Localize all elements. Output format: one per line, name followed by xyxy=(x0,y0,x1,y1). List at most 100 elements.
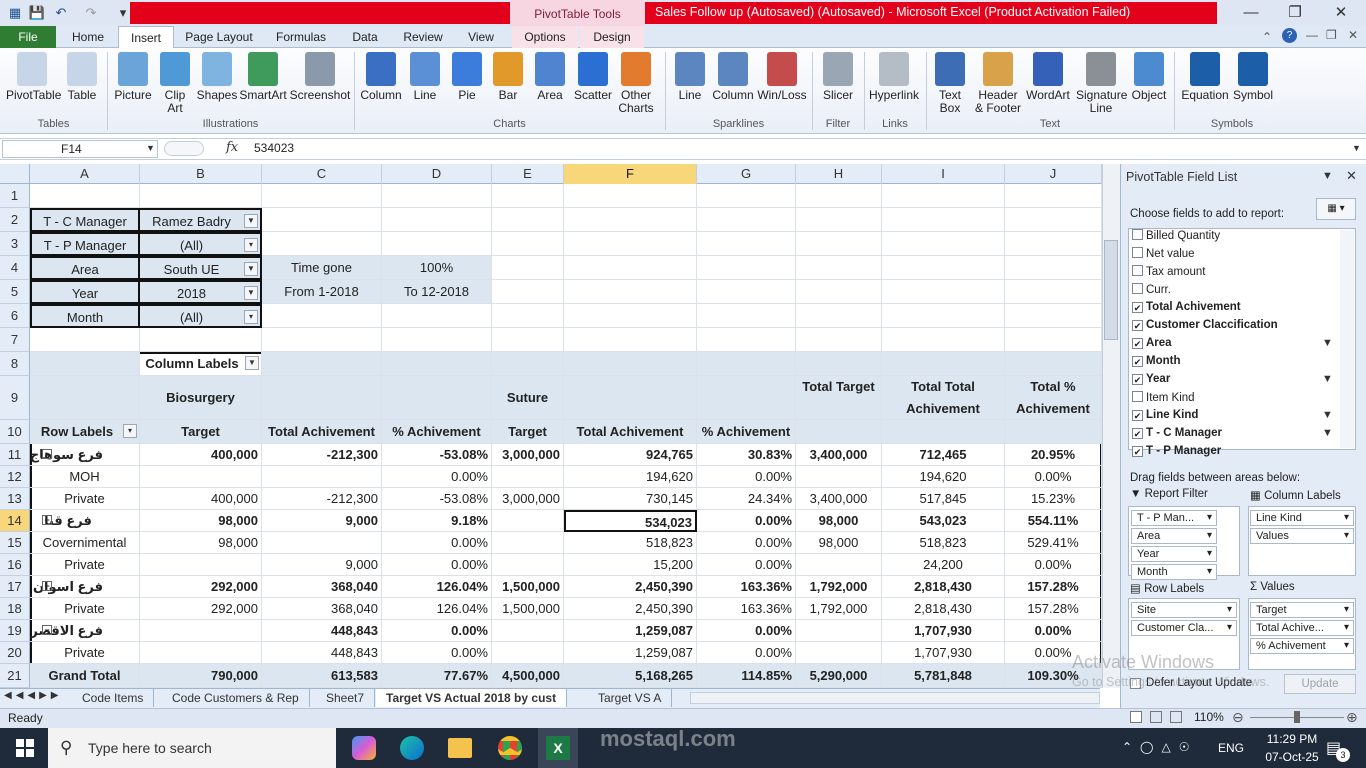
value-cell[interactable]: 4,500,000 xyxy=(492,664,564,688)
normal-view-icon[interactable] xyxy=(1130,711,1142,723)
grid-cell[interactable] xyxy=(1005,280,1102,304)
restore-icon[interactable]: ❐ xyxy=(1272,2,1318,24)
grid-cell[interactable] xyxy=(564,208,697,232)
grid-cell[interactable] xyxy=(564,184,697,208)
row-label[interactable]: Private xyxy=(30,642,140,664)
value-cell[interactable]: 0.00% xyxy=(382,466,492,488)
value-cell[interactable]: 529.41% xyxy=(1005,532,1102,554)
zoom-slider-thumb[interactable] xyxy=(1294,711,1300,723)
taskbar-search-box[interactable]: Type here to search xyxy=(48,728,336,768)
row-header-12[interactable]: 12 xyxy=(0,466,30,488)
grid-cell[interactable] xyxy=(382,328,492,352)
field-line-kind[interactable]: ✔ Line Kind xyxy=(1132,409,1198,421)
tab-view[interactable]: View xyxy=(458,26,504,48)
value-cell[interactable]: 77.67% xyxy=(382,664,492,688)
value-cell[interactable]: 730,145 xyxy=(564,488,697,510)
report-filter-item[interactable]: T - P Man... xyxy=(1131,510,1217,526)
grid-cell[interactable] xyxy=(697,256,796,280)
grid-cell[interactable] xyxy=(882,280,1005,304)
formula-expand-icon[interactable]: ▼ xyxy=(1352,143,1361,153)
row-header-3[interactable]: 3 xyxy=(0,232,30,256)
value-cell[interactable]: 194,620 xyxy=(564,466,697,488)
column-labels-filter-icon[interactable]: ▼ xyxy=(245,356,259,370)
grid-cell[interactable] xyxy=(796,256,882,280)
row-label[interactable]: Private xyxy=(30,488,140,510)
grid-cell[interactable] xyxy=(492,280,564,304)
grid-cell[interactable] xyxy=(382,232,492,256)
field-checkbox[interactable]: ✔ xyxy=(1132,356,1143,367)
value-cell[interactable]: 98,000 xyxy=(140,532,262,554)
value-cell[interactable]: 0.00% xyxy=(697,642,796,664)
filter-dropdown-icon[interactable]: ▼ xyxy=(244,214,258,228)
row-header-8[interactable]: 8 xyxy=(0,352,30,376)
field-checkbox[interactable]: ✔ xyxy=(1132,446,1143,457)
grid-cell[interactable] xyxy=(882,328,1005,352)
value-cell[interactable]: 1,707,930 xyxy=(882,620,1005,642)
row-header-1[interactable]: 1 xyxy=(0,184,30,208)
grid-cell[interactable] xyxy=(262,328,382,352)
grid-cell[interactable] xyxy=(262,208,382,232)
select-all-corner[interactable] xyxy=(0,164,30,184)
ribbon-button-picture-2[interactable]: Picture xyxy=(112,52,154,102)
value-cell[interactable]: 9,000 xyxy=(262,554,382,576)
branch-row-label[interactable]: فرع سوهاج − xyxy=(30,444,140,466)
wb-close-icon[interactable]: ✕ xyxy=(1348,28,1358,42)
grid-cell[interactable] xyxy=(1005,256,1102,280)
row-header-6[interactable]: 6 xyxy=(0,304,30,328)
grid-cell[interactable] xyxy=(262,184,382,208)
name-box-dropdown-icon[interactable]: ▼ xyxy=(146,143,155,153)
value-cell[interactable]: 1,792,000 xyxy=(796,598,882,620)
value-cell[interactable] xyxy=(262,532,382,554)
close-icon[interactable]: ✕ xyxy=(1318,2,1364,24)
column-header-i[interactable]: I xyxy=(882,164,1005,184)
value-cell[interactable]: 790,000 xyxy=(140,664,262,688)
report-filter-item[interactable]: Area xyxy=(1131,528,1217,544)
grid-cell[interactable] xyxy=(262,304,382,328)
page-layout-view-icon[interactable] xyxy=(1150,711,1162,723)
field-checkbox[interactable]: ✔ xyxy=(1132,302,1143,313)
field-checkbox[interactable]: ✔ xyxy=(1132,410,1143,421)
value-cell[interactable] xyxy=(796,554,882,576)
grid-cell[interactable] xyxy=(382,184,492,208)
vertical-scroll-thumb[interactable] xyxy=(1104,240,1118,340)
row-label[interactable]: Covernimental xyxy=(30,532,140,554)
grid-cell[interactable] xyxy=(564,280,697,304)
zoom-level[interactable]: 110% xyxy=(1194,710,1224,724)
branch-row-label[interactable]: فرع الاقصر − xyxy=(30,620,140,642)
value-cell[interactable] xyxy=(492,620,564,642)
row-header-13[interactable]: 13 xyxy=(0,488,30,510)
undo-icon[interactable]: ↶ xyxy=(52,4,70,22)
ribbon-button-symbol-25[interactable]: Symbol xyxy=(1228,52,1278,102)
grid-cell[interactable] xyxy=(1005,328,1102,352)
field-checkbox[interactable] xyxy=(1132,265,1143,276)
value-cell[interactable]: 368,040 xyxy=(262,576,382,598)
tab-design[interactable]: Design xyxy=(580,26,644,48)
grid-cell[interactable] xyxy=(262,232,382,256)
value-cell[interactable]: 2,450,390 xyxy=(564,598,697,620)
value-cell[interactable] xyxy=(492,466,564,488)
value-cell[interactable]: 924,765 xyxy=(564,444,697,466)
tab-options[interactable]: Options xyxy=(512,26,578,48)
grid-cell[interactable] xyxy=(1005,304,1102,328)
sheet-tab-target-vs-actual[interactable]: Target VS Actual 2018 by cust xyxy=(376,689,568,707)
grid-cell[interactable] xyxy=(796,280,882,304)
value-cell[interactable]: 24,200 xyxy=(882,554,1005,576)
zoom-out-icon[interactable]: ⊖ xyxy=(1232,709,1244,726)
value-cell[interactable]: 368,040 xyxy=(262,598,382,620)
horizontal-scrollbar[interactable] xyxy=(690,692,1100,704)
grid-cell[interactable] xyxy=(492,184,564,208)
value-cell[interactable]: 554.11% xyxy=(1005,510,1102,532)
value-cell[interactable]: 1,500,000 xyxy=(492,576,564,598)
file-explorer-icon[interactable] xyxy=(448,738,472,758)
field-tax-amount[interactable]: Tax amount xyxy=(1132,265,1205,278)
grid-cell[interactable] xyxy=(382,304,492,328)
field-checkbox[interactable]: ✔ xyxy=(1132,428,1143,439)
value-cell[interactable]: 0.00% xyxy=(382,554,492,576)
value-cell[interactable]: 114.85% xyxy=(697,664,796,688)
grid-cell[interactable] xyxy=(1005,184,1102,208)
ribbon-button-object-23[interactable]: Object xyxy=(1128,52,1170,102)
grid-cell[interactable] xyxy=(564,232,697,256)
value-cell[interactable]: 2,818,430 xyxy=(882,576,1005,598)
ribbon-minimize-icon[interactable]: ⌃ xyxy=(1262,30,1272,44)
value-cell[interactable]: 543,023 xyxy=(882,510,1005,532)
